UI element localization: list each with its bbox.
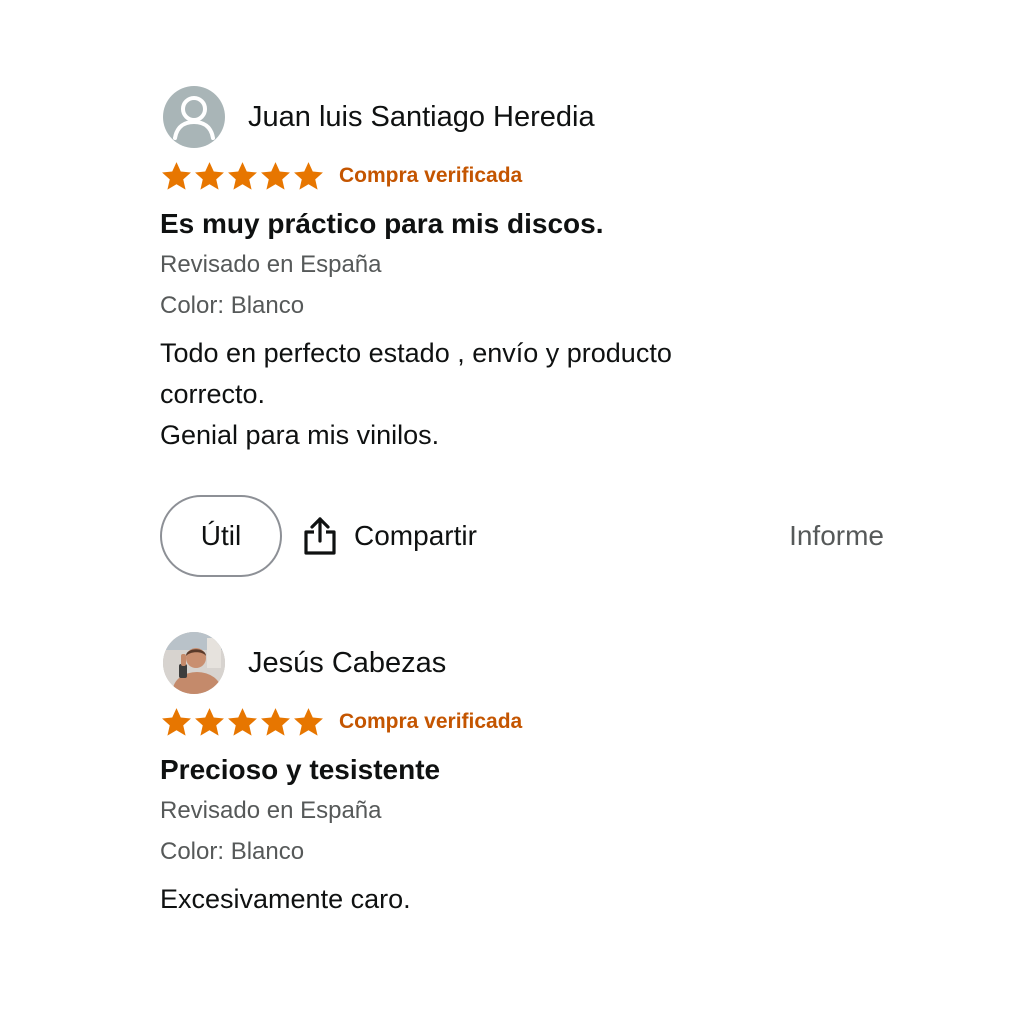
review-title: Precioso y tesistente (160, 754, 441, 785)
review-card: Jesús Cabezas Compra verificada Precioso… (160, 632, 900, 920)
star-icon (294, 161, 323, 190)
star-rating[interactable] (160, 160, 325, 193)
review-body: Excesivamente caro. (160, 879, 900, 920)
review-actions: Útil Compartir Informe (160, 493, 884, 579)
star-icon (261, 161, 290, 190)
share-label: Compartir (354, 520, 477, 551)
default-user-icon (163, 86, 225, 148)
verified-purchase-badge: Compra verificada (339, 164, 523, 187)
review-body: Todo en perfecto estado , envío y produc… (160, 333, 900, 456)
review-title: Es muy práctico para mis discos. (160, 208, 604, 239)
star-icon (195, 707, 224, 736)
rating-row: Compra verificada (160, 704, 900, 740)
share-button[interactable]: Compartir (302, 516, 477, 556)
share-icon (304, 517, 336, 555)
helpful-button[interactable]: Útil (160, 495, 282, 577)
star-icon (228, 707, 257, 736)
star-rating[interactable] (160, 706, 325, 739)
star-icon (162, 161, 191, 190)
user-photo-avatar (163, 632, 225, 694)
review-card: Juan luis Santiago Heredia Compra verifi… (160, 86, 900, 456)
review-country: Revisado en España (160, 797, 382, 824)
author-name: Jesús Cabezas (248, 646, 447, 679)
star-icon (261, 707, 290, 736)
star-icon (195, 161, 224, 190)
review-country: Revisado en España (160, 251, 382, 278)
review-author[interactable]: Juan luis Santiago Heredia (163, 86, 900, 148)
review-body-line: correcto. (160, 379, 266, 409)
review-author[interactable]: Jesús Cabezas (163, 632, 900, 694)
star-icon (228, 161, 257, 190)
star-icon (294, 707, 323, 736)
review-variant: Color: Blanco (160, 838, 305, 865)
review-body-line: Genial para mis vinilos. (160, 420, 440, 450)
review-body-line: Excesivamente caro. (160, 884, 411, 914)
report-link[interactable]: Informe (789, 520, 884, 552)
verified-purchase-badge: Compra verificada (339, 710, 523, 733)
review-body-line: Todo en perfecto estado , envío y produc… (160, 338, 672, 368)
star-icon (162, 707, 191, 736)
review-variant: Color: Blanco (160, 292, 305, 319)
author-name: Juan luis Santiago Heredia (248, 100, 595, 133)
rating-row: Compra verificada (160, 158, 900, 194)
